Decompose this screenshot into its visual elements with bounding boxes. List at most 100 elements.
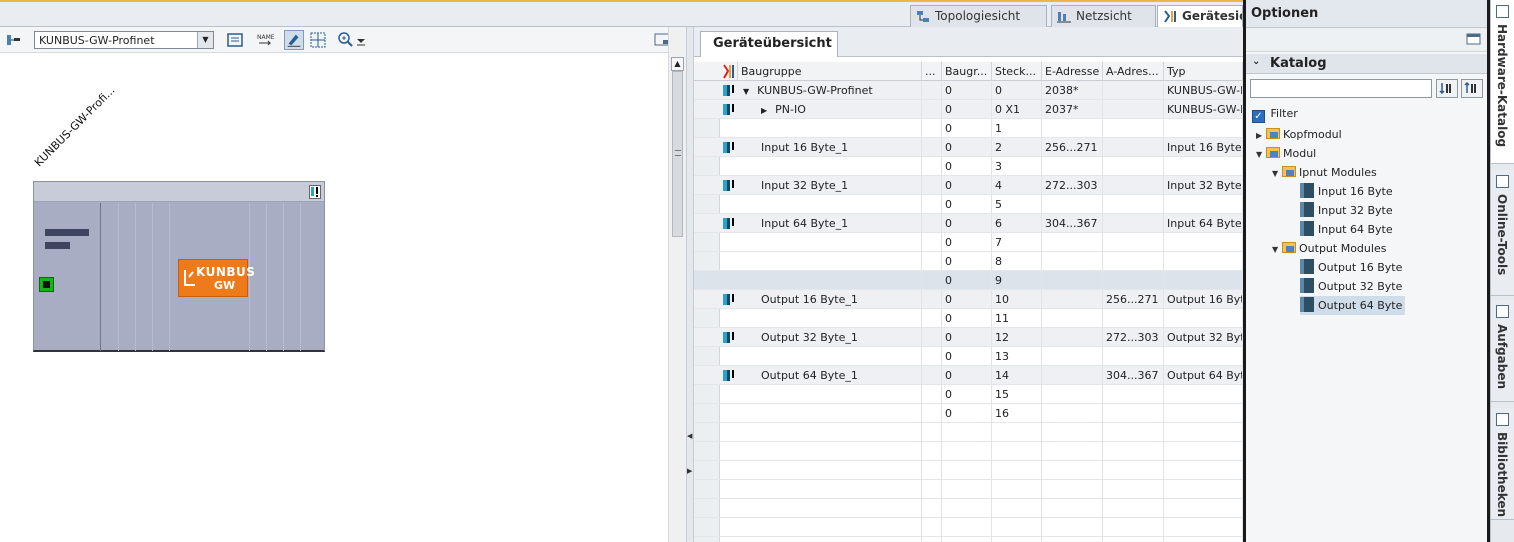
collapsed-arrow-icon[interactable]: ▶	[761, 106, 767, 115]
cell-slot: 16	[992, 404, 1042, 423]
empty-cell	[942, 499, 992, 518]
chevron-down-icon[interactable]: ▼	[197, 32, 213, 48]
side-tab-online-tools[interactable]: Online-Tools	[1491, 170, 1514, 296]
table-row[interactable]: 03	[694, 157, 1243, 176]
catalog-tree-item[interactable]: Input 32 Byte	[1300, 201, 1393, 220]
expanded-arrow-icon[interactable]: ▼	[1272, 240, 1282, 259]
catalog-tree-item[interactable]: Input 16 Byte	[1300, 182, 1393, 201]
device-selector[interactable]: KUNBUS-GW-Profinet ▼	[34, 31, 214, 49]
device-network-icon[interactable]	[4, 30, 24, 50]
pane-splitter[interactable]: ◀ ▶	[686, 27, 694, 542]
head-module[interactable]	[34, 203, 101, 351]
show-modules-icon[interactable]	[284, 30, 304, 50]
table-row[interactable]: 07	[694, 233, 1243, 252]
cell-q-address	[1103, 176, 1164, 195]
column-header-rack[interactable]: Baugr...	[942, 62, 992, 81]
table-row[interactable]: Output 16 Byte_1 0 10 256...271 Output 16 By…	[694, 290, 1243, 309]
side-tab-hardware-catalog[interactable]: Hardware-Katalog	[1491, 0, 1514, 164]
catalog-tree-item[interactable]: Output 64 Byte	[1300, 296, 1406, 315]
cell-slot: 12	[992, 328, 1042, 347]
tab-network-view[interactable]: Netzsicht	[1051, 5, 1156, 27]
header-status-column[interactable]	[720, 62, 738, 81]
catalog-tree-item[interactable]: ▼ Output Modules	[1272, 239, 1386, 258]
table-row[interactable]: 09	[694, 271, 1243, 290]
cell-slot: 10	[992, 290, 1042, 309]
diagnostic-status-icon	[723, 180, 734, 191]
table-row[interactable]: 08	[694, 252, 1243, 271]
column-header-slot[interactable]: Steck...	[992, 62, 1042, 81]
table-row[interactable]: ▼ KUNBUS-GW-Profinet 0 0 2038* KUNBUS-GW-P	[694, 81, 1243, 100]
table-row[interactable]: 0 16	[694, 404, 1243, 423]
table-row[interactable]: 01	[694, 119, 1243, 138]
cell-type	[1164, 309, 1243, 328]
collapse-left-icon[interactable]: ◀	[687, 432, 692, 440]
catalog-tree-item[interactable]: ▼ Ipnut Modules	[1272, 163, 1377, 182]
pn-interface-port[interactable]	[39, 277, 54, 292]
table-row[interactable]: 0 15	[694, 385, 1243, 404]
table-row[interactable]: Input 32 Byte_1 0 4 272...303 Input 32 Byte	[694, 176, 1243, 195]
column-header-i-address[interactable]: E-Adresse	[1042, 62, 1103, 81]
column-header-q-address[interactable]: A-Adres...	[1103, 62, 1164, 81]
filter-checkbox[interactable]: ✓	[1252, 110, 1265, 123]
filter-checkbox-row[interactable]: ✓ Filter	[1252, 107, 1298, 123]
left-pane-scrollbar[interactable]: ▲	[668, 27, 686, 542]
side-tab-libraries[interactable]: Bibliotheken	[1491, 408, 1514, 520]
device-view-toolbar: KUNBUS-GW-Profinet ▼ NAME	[0, 27, 686, 53]
collapsed-arrow-icon[interactable]: ▶	[1256, 126, 1266, 145]
device-rack[interactable]: KUNBUS GW	[33, 181, 325, 352]
table-row[interactable]: Output 32 Byte_1 0 12 272...303 Output 32 By…	[694, 328, 1243, 347]
table-row[interactable]: 0 13	[694, 347, 1243, 366]
catalog-tree-item[interactable]: Output 32 Byte	[1300, 277, 1402, 296]
table-row[interactable]: Input 16 Byte_1 0 2 256...271 Input 16 Byte	[694, 138, 1243, 157]
empty-cell	[738, 423, 922, 442]
scroll-thumb[interactable]	[672, 71, 683, 237]
cell-q-address	[1103, 271, 1164, 290]
empty-row	[694, 537, 1243, 542]
catalog-section-header[interactable]: ⌄ Katalog	[1246, 54, 1487, 74]
empty-cell	[1103, 480, 1164, 499]
search-down-button[interactable]	[1436, 79, 1458, 98]
cell-module: Input 64 Byte_1	[738, 214, 922, 233]
name-display-icon[interactable]: NAME	[255, 30, 275, 50]
cell-slot: 2	[992, 138, 1042, 157]
expanded-arrow-icon[interactable]: ▼	[1272, 164, 1282, 183]
search-down-icon	[1439, 83, 1451, 95]
grid-icon[interactable]	[308, 30, 328, 50]
cell-type: KUNBUS-GW-P	[1164, 81, 1243, 100]
column-header-module[interactable]: Baugruppe	[738, 62, 922, 81]
module-icon	[1300, 259, 1314, 274]
search-up-button[interactable]	[1461, 79, 1483, 98]
cell-slot: 8	[992, 252, 1042, 271]
catalog-tree-item[interactable]: Output 16 Byte	[1300, 258, 1402, 277]
side-tab-tasks[interactable]: Aufgaben	[1491, 300, 1514, 402]
tab-topology-view[interactable]: Topologiesicht	[910, 5, 1047, 27]
zoom-icon[interactable]	[336, 30, 356, 50]
catalog-tree-item[interactable]: Input 64 Byte	[1300, 220, 1393, 239]
scroll-up-button[interactable]: ▲	[671, 57, 684, 71]
cell-type: Output 64 Byte	[1164, 366, 1243, 385]
table-row[interactable]: Input 64 Byte_1 0 6 304...367 Input 64 Byte	[694, 214, 1243, 233]
tab-device-overview[interactable]: Geräteübersicht	[700, 31, 838, 57]
catalog-search-input[interactable]	[1250, 79, 1432, 98]
zoom-dropdown-icon[interactable]	[354, 30, 368, 50]
chevron-down-icon[interactable]: ⌄	[1252, 56, 1260, 67]
expanded-arrow-icon[interactable]: ▼	[1256, 145, 1266, 164]
table-row[interactable]: 0 11	[694, 309, 1243, 328]
empty-cell	[738, 442, 922, 461]
cell-i-address	[1042, 347, 1103, 366]
rack-view-icon[interactable]	[225, 30, 245, 50]
expanded-arrow-icon[interactable]: ▼	[743, 87, 749, 96]
cell-i-address: 256...271	[1042, 138, 1103, 157]
tab-device-view[interactable]: Gerätesicht	[1157, 5, 1243, 27]
panel-layout-icon[interactable]	[1466, 32, 1481, 47]
table-row[interactable]: Output 64 Byte_1 0 14 304...367 Output 64 By…	[694, 366, 1243, 385]
column-header-more[interactable]: ...	[922, 62, 942, 81]
collapse-right-icon[interactable]: ▶	[687, 467, 692, 475]
catalog-tree-item[interactable]: ▼ Modul	[1256, 144, 1316, 163]
options-panel: Optionen ⌄ Katalog ✓ Filter ▶ Kopfmodul ▼ M…	[1243, 0, 1490, 542]
table-row[interactable]: ▶ PN-IO 0 0 X1 2037* KUNBUS-GW-P	[694, 100, 1243, 119]
cell-rack: 0	[942, 385, 992, 404]
column-header-type[interactable]: Typ	[1164, 62, 1243, 81]
table-row[interactable]: 05	[694, 195, 1243, 214]
catalog-tree-item[interactable]: ▶ Kopfmodul	[1256, 125, 1342, 144]
